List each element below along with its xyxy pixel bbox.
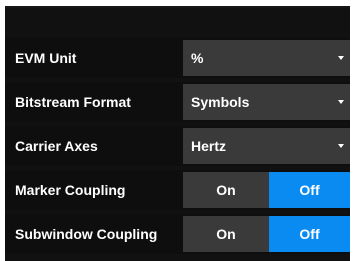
panel-top-strip: [5, 6, 350, 8]
marker-coupling-row: Marker Coupling On Off: [5, 170, 350, 210]
subwindow-coupling-off-button[interactable]: Off: [269, 216, 350, 252]
evm-unit-row: EVM Unit %: [5, 38, 350, 78]
chevron-down-icon: [338, 144, 344, 148]
chevron-down-icon: [338, 100, 344, 104]
settings-panel: EVM Unit % Bitstream Format Symbols Carr…: [5, 6, 350, 261]
carrier-axes-value: Hertz: [191, 138, 227, 154]
marker-coupling-toggle: On Off: [183, 172, 350, 208]
marker-coupling-label: Marker Coupling: [15, 182, 126, 198]
bitstream-format-dropdown[interactable]: Symbols: [183, 84, 350, 120]
subwindow-coupling-on-button[interactable]: On: [183, 216, 269, 252]
bitstream-format-row: Bitstream Format Symbols: [5, 82, 350, 122]
evm-unit-dropdown[interactable]: %: [183, 40, 350, 76]
carrier-axes-label: Carrier Axes: [15, 138, 98, 154]
carrier-axes-row: Carrier Axes Hertz: [5, 126, 350, 166]
evm-unit-value: %: [191, 50, 204, 66]
subwindow-coupling-label: Subwindow Coupling: [15, 226, 158, 242]
marker-coupling-on-button[interactable]: On: [183, 172, 269, 208]
subwindow-coupling-toggle: On Off: [183, 216, 350, 252]
bitstream-format-label: Bitstream Format: [15, 94, 131, 110]
carrier-axes-dropdown[interactable]: Hertz: [183, 128, 350, 164]
bitstream-format-value: Symbols: [191, 94, 250, 110]
marker-coupling-off-button[interactable]: Off: [269, 172, 350, 208]
evm-unit-label: EVM Unit: [15, 50, 77, 66]
subwindow-coupling-row: Subwindow Coupling On Off: [5, 214, 350, 254]
chevron-down-icon: [338, 56, 344, 60]
